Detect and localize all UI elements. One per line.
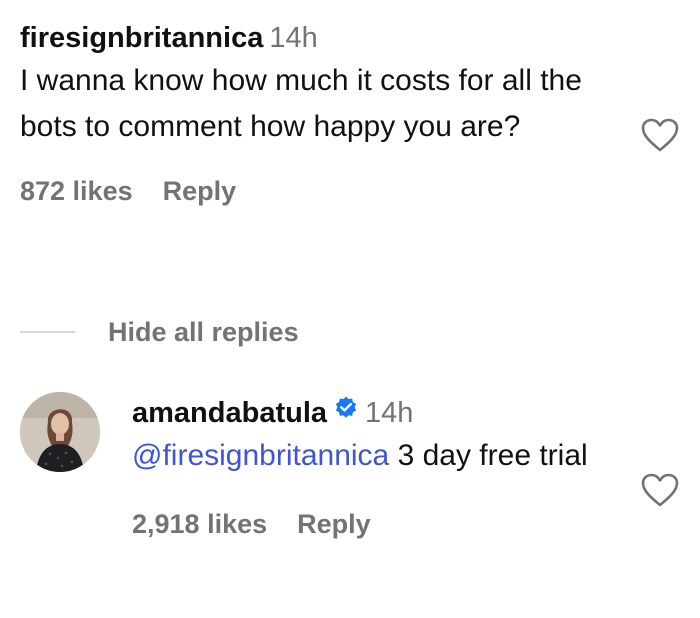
comment: firesignbritannica 14h I wanna know how m…: [20, 18, 620, 207]
heart-outline-icon: [641, 473, 679, 507]
reply-actions: 2,918 likes Reply: [132, 509, 612, 540]
reply-message: 3 day free trial: [389, 439, 588, 472]
reply-mention-link[interactable]: @firesignbritannica: [132, 439, 389, 472]
verified-badge-icon: [333, 392, 359, 432]
reply-username[interactable]: amandabatula: [132, 397, 327, 429]
reply-comment: amandabatula 14h @firesignbritannica 3 d…: [132, 393, 612, 540]
comment-timestamp[interactable]: 14h: [269, 22, 317, 54]
reply-avatar[interactable]: [20, 392, 100, 472]
reply-reply-button[interactable]: Reply: [297, 509, 371, 539]
heart-outline-icon: [641, 118, 679, 152]
reply-like-button[interactable]: [640, 472, 680, 508]
hide-replies-button[interactable]: Hide all replies: [108, 317, 299, 348]
comment-username[interactable]: firesignbritannica: [20, 22, 263, 54]
replies-divider: [20, 331, 75, 333]
hide-replies-toggle: Hide all replies: [20, 312, 299, 352]
avatar-image: [20, 392, 100, 472]
comment-like-button[interactable]: [640, 117, 680, 153]
reply-likes-count[interactable]: 2,918 likes: [132, 509, 267, 539]
comment-actions: 872 likes Reply: [20, 176, 620, 207]
comment-reply-button[interactable]: Reply: [163, 176, 237, 206]
comment-header: firesignbritannica 14h: [20, 18, 620, 58]
reply-text: @firesignbritannica 3 day free trial: [132, 433, 612, 479]
reply-header: amandabatula 14h: [132, 393, 612, 433]
reply-timestamp[interactable]: 14h: [365, 397, 413, 429]
comment-likes-count[interactable]: 872 likes: [20, 176, 133, 206]
comment-text: I wanna know how much it costs for all t…: [20, 64, 582, 143]
